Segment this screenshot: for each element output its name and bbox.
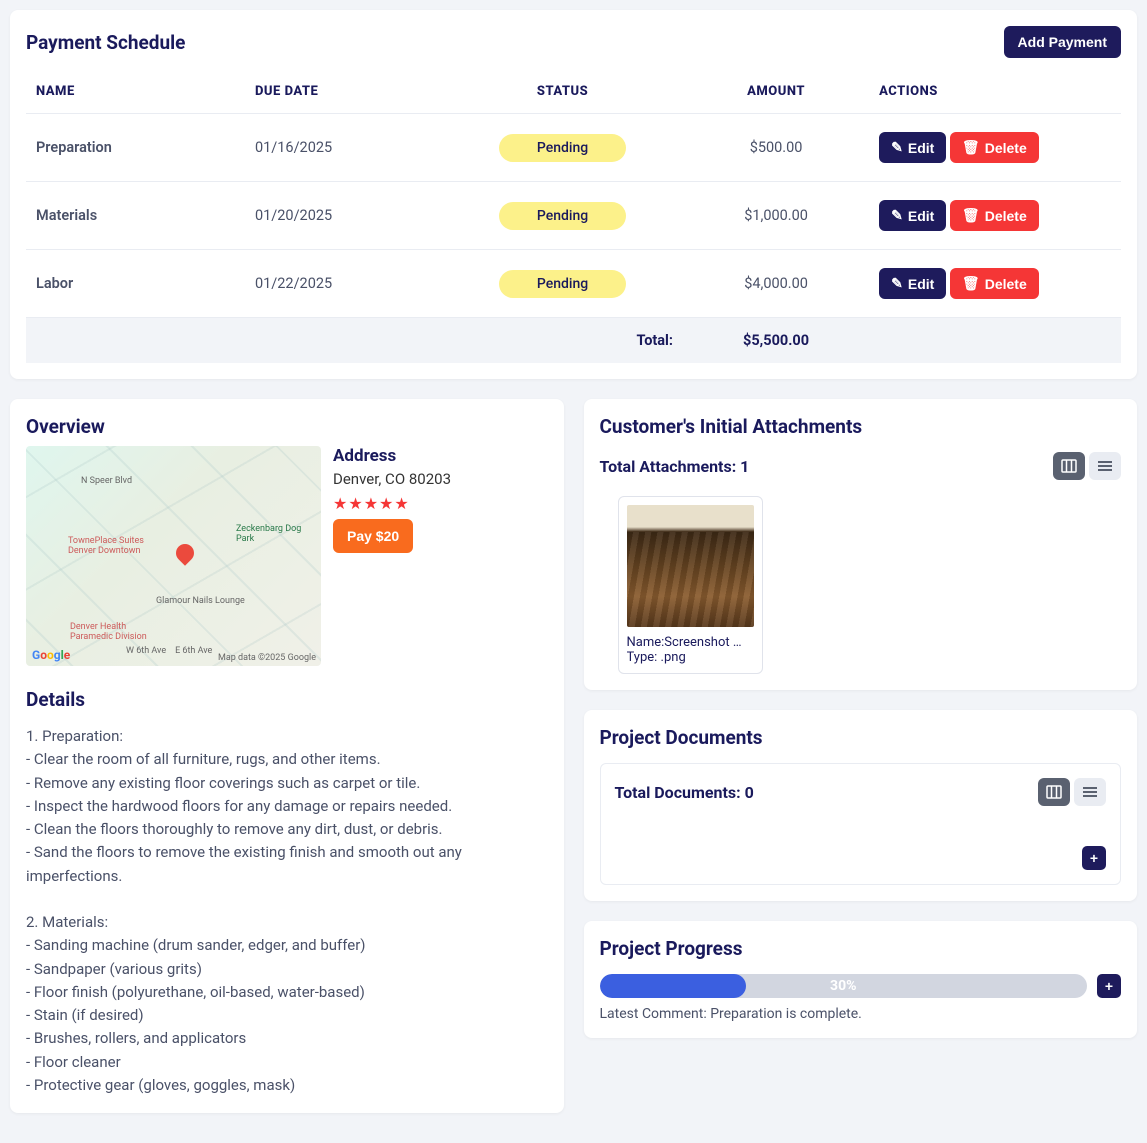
trash-icon: 🗑 [962, 275, 980, 292]
map[interactable]: N Speer Blvd Zeckenbarg Dog Park TownePl… [26, 446, 321, 666]
pay-button[interactable]: Pay $20 [333, 519, 413, 553]
grid-view-button[interactable] [1053, 452, 1085, 480]
status-badge: Pending [499, 202, 626, 230]
progress-percent: 30% [600, 974, 1088, 998]
edit-label: Edit [908, 140, 934, 156]
address-block: Address Denver, CO 80203 ★★★★★ Pay $20 [333, 446, 451, 666]
table-row: Materials 01/20/2025 Pending $1,000.00 ✎… [26, 182, 1121, 250]
details-heading: Details [26, 688, 548, 711]
attachment-type-row: Type: .png [627, 650, 754, 665]
progress-comment: Latest Comment: Preparation is complete. [600, 1006, 1122, 1022]
payment-schedule-title: Payment Schedule [26, 31, 185, 54]
delete-button[interactable]: 🗑 Delete [950, 132, 1039, 163]
row-name: Labor [26, 250, 245, 318]
add-payment-button[interactable]: Add Payment [1004, 26, 1121, 58]
grid-view-button[interactable] [1038, 778, 1070, 806]
th-status: STATUS [442, 70, 683, 114]
progress-title: Project Progress [600, 937, 1122, 960]
add-payment-label: Add Payment [1018, 34, 1107, 50]
grid-icon [1046, 785, 1062, 799]
status-badge: Pending [499, 270, 626, 298]
th-name: NAME [26, 70, 245, 114]
trash-icon: 🗑 [962, 139, 980, 156]
status-badge: Pending [499, 134, 626, 162]
documents-title: Project Documents [600, 726, 1122, 749]
attachment-item[interactable]: Name:Screenshot … Type: .png [618, 496, 763, 674]
edit-button[interactable]: ✎ Edit [879, 132, 946, 163]
attachments-card: Customer's Initial Attachments Total Att… [584, 399, 1138, 690]
documents-card: Project Documents Total Documents: 0 [584, 710, 1138, 901]
total-row: Total: $5,500.00 [26, 318, 1121, 364]
row-name: Materials [26, 182, 245, 250]
plus-icon: + [1090, 850, 1098, 866]
map-attribution: Map data ©2025 Google [218, 653, 316, 663]
table-row: Preparation 01/16/2025 Pending $500.00 ✎… [26, 114, 1121, 182]
attachments-total: Total Attachments: 1 [600, 457, 750, 476]
row-amount: $500.00 [683, 114, 869, 182]
star-rating: ★★★★★ [333, 494, 451, 513]
delete-label: Delete [985, 276, 1027, 292]
google-logo: Google [32, 648, 70, 662]
row-name: Preparation [26, 114, 245, 182]
pencil-icon: ✎ [891, 139, 903, 156]
th-actions: ACTIONS [869, 70, 1121, 114]
total-value: $5,500.00 [683, 318, 869, 364]
attachment-type-value: .png [661, 650, 686, 665]
overview-title: Overview [26, 415, 548, 438]
row-due: 01/22/2025 [245, 250, 442, 318]
add-progress-button[interactable]: + [1097, 974, 1121, 998]
th-due: DUE DATE [245, 70, 442, 114]
overview-card: Overview N Speer Blvd Zeckenbarg Dog Par… [10, 399, 564, 1113]
payment-schedule-card: Payment Schedule Add Payment NAME DUE DA… [10, 10, 1137, 379]
attachment-type-label: Type: [627, 650, 661, 665]
row-amount: $4,000.00 [683, 250, 869, 318]
pencil-icon: ✎ [891, 275, 903, 292]
progress-bar: 30% [600, 974, 1088, 998]
row-amount: $1,000.00 [683, 182, 869, 250]
delete-button[interactable]: 🗑 Delete [950, 200, 1039, 231]
list-view-button[interactable] [1074, 778, 1106, 806]
list-icon [1082, 786, 1098, 798]
progress-card: Project Progress 30% + Latest Comment: P… [584, 921, 1138, 1038]
address-heading: Address [333, 446, 451, 466]
list-icon [1097, 460, 1113, 472]
documents-view-toggle [1038, 778, 1106, 806]
edit-label: Edit [908, 276, 934, 292]
grid-icon [1061, 459, 1077, 473]
table-row: Labor 01/22/2025 Pending $4,000.00 ✎ Edit… [26, 250, 1121, 318]
edit-button[interactable]: ✎ Edit [879, 200, 946, 231]
edit-button[interactable]: ✎ Edit [879, 268, 946, 299]
details-body: 1. Preparation: - Clear the room of all … [26, 725, 548, 1097]
th-amount: AMOUNT [683, 70, 869, 114]
row-due: 01/16/2025 [245, 114, 442, 182]
attachment-thumbnail [627, 505, 754, 627]
row-due: 01/20/2025 [245, 182, 442, 250]
attachment-name-value: Screenshot … [664, 635, 741, 650]
delete-label: Delete [985, 208, 1027, 224]
trash-icon: 🗑 [962, 207, 980, 224]
delete-button[interactable]: 🗑 Delete [950, 268, 1039, 299]
attachment-name-label: Name: [627, 635, 665, 650]
pencil-icon: ✎ [891, 207, 903, 224]
edit-label: Edit [908, 208, 934, 224]
attachment-name-row: Name:Screenshot … [627, 635, 754, 650]
delete-label: Delete [985, 140, 1027, 156]
add-document-button[interactable]: + [1082, 846, 1106, 870]
attachments-title: Customer's Initial Attachments [600, 415, 1122, 438]
total-label: Total: [442, 318, 683, 364]
map-pin-icon [172, 540, 197, 565]
plus-icon: + [1105, 978, 1113, 994]
address-text: Denver, CO 80203 [333, 470, 451, 488]
documents-total: Total Documents: 0 [615, 783, 754, 802]
list-view-button[interactable] [1089, 452, 1121, 480]
pay-label: Pay $20 [347, 528, 399, 544]
attachments-view-toggle [1053, 452, 1121, 480]
payment-table: NAME DUE DATE STATUS AMOUNT ACTIONS Prep… [26, 70, 1121, 363]
